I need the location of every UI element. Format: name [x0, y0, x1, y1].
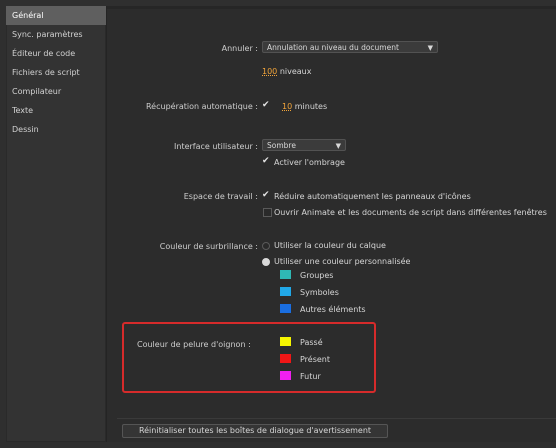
undo-levels: 100 niveaux: [262, 67, 311, 76]
undo-mode-dropdown[interactable]: Annulation au niveau du document ▼: [262, 41, 438, 53]
workspace-label: Espace de travail :: [183, 192, 258, 201]
general-settings-panel: Annuler : Annulation au niveau du docume…: [107, 6, 556, 442]
preferences-sidebar: Général Sync. paramètres Éditeur de code…: [6, 6, 107, 442]
sidebar-item-general[interactable]: Général: [6, 6, 106, 25]
symbols-color-swatch[interactable]: [280, 287, 291, 296]
custom-color-radio[interactable]: [262, 258, 270, 266]
sidebar-item-text[interactable]: Texte: [6, 101, 106, 120]
groups-color-swatch[interactable]: [280, 270, 291, 279]
sidebar-item-code-editor[interactable]: Éditeur de code: [6, 44, 106, 63]
auto-recovery-label: Récupération automatique :: [145, 102, 258, 111]
onion-skin-color-label: Couleur de pelure d'oignon :: [137, 340, 251, 349]
other-elements-color-swatch[interactable]: [280, 304, 291, 313]
sidebar-item-script-files[interactable]: Fichiers de script: [6, 63, 106, 82]
auto-recovery-minutes-value[interactable]: 10: [282, 102, 292, 111]
chevron-down-icon: ▼: [427, 44, 433, 52]
separate-windows-checkbox[interactable]: [263, 208, 272, 217]
auto-collapse-label: Réduire automatiquement les panneaux d'i…: [274, 192, 471, 201]
auto-recovery-checkbox[interactable]: ✔: [262, 101, 270, 110]
present-color-swatch[interactable]: [280, 354, 291, 363]
chevron-down-icon: ▼: [335, 142, 341, 150]
sidebar-item-drawing[interactable]: Dessin: [6, 120, 106, 139]
ui-theme-dropdown[interactable]: Sombre ▼: [262, 139, 346, 151]
separate-windows-label: Ouvrir Animate et les documents de scrip…: [274, 208, 547, 217]
auto-recovery-minutes-label: minutes: [294, 102, 328, 111]
past-color-swatch[interactable]: [280, 337, 291, 346]
sidebar-item-sync-settings[interactable]: Sync. paramètres: [6, 25, 106, 44]
future-color-label: Futur: [300, 372, 321, 381]
undo-label: Annuler :: [221, 44, 258, 53]
onion-skin-highlight-frame: [122, 322, 376, 393]
auto-recovery-minutes: 10 minutes: [282, 102, 327, 111]
ui-theme-value: Sombre: [267, 141, 296, 150]
shading-checkbox[interactable]: ✔: [262, 157, 270, 166]
footer-divider: [117, 418, 556, 419]
undo-levels-value[interactable]: 100: [262, 67, 277, 76]
sidebar-item-compiler[interactable]: Compilateur: [6, 82, 106, 101]
past-color-label: Passé: [300, 338, 323, 347]
highlight-color-label: Couleur de surbrillance :: [159, 242, 258, 251]
shading-label: Activer l'ombrage: [274, 158, 345, 167]
top-divider: [107, 6, 556, 9]
groups-color-label: Groupes: [300, 271, 334, 280]
auto-collapse-checkbox[interactable]: ✔: [262, 191, 270, 200]
future-color-swatch[interactable]: [280, 371, 291, 380]
undo-levels-label: niveaux: [279, 67, 312, 76]
other-elements-color-label: Autres éléments: [300, 305, 366, 314]
layer-color-label: Utiliser la couleur du calque: [274, 241, 386, 250]
reset-warnings-button[interactable]: Réinitialiser toutes les boîtes de dialo…: [122, 424, 388, 438]
ui-theme-label: Interface utilisateur :: [174, 142, 258, 151]
symbols-color-label: Symboles: [300, 288, 339, 297]
layer-color-radio[interactable]: [262, 242, 270, 250]
present-color-label: Présent: [300, 355, 331, 364]
undo-mode-value: Annulation au niveau du document: [267, 43, 399, 52]
custom-color-label: Utiliser une couleur personnalisée: [274, 257, 411, 266]
